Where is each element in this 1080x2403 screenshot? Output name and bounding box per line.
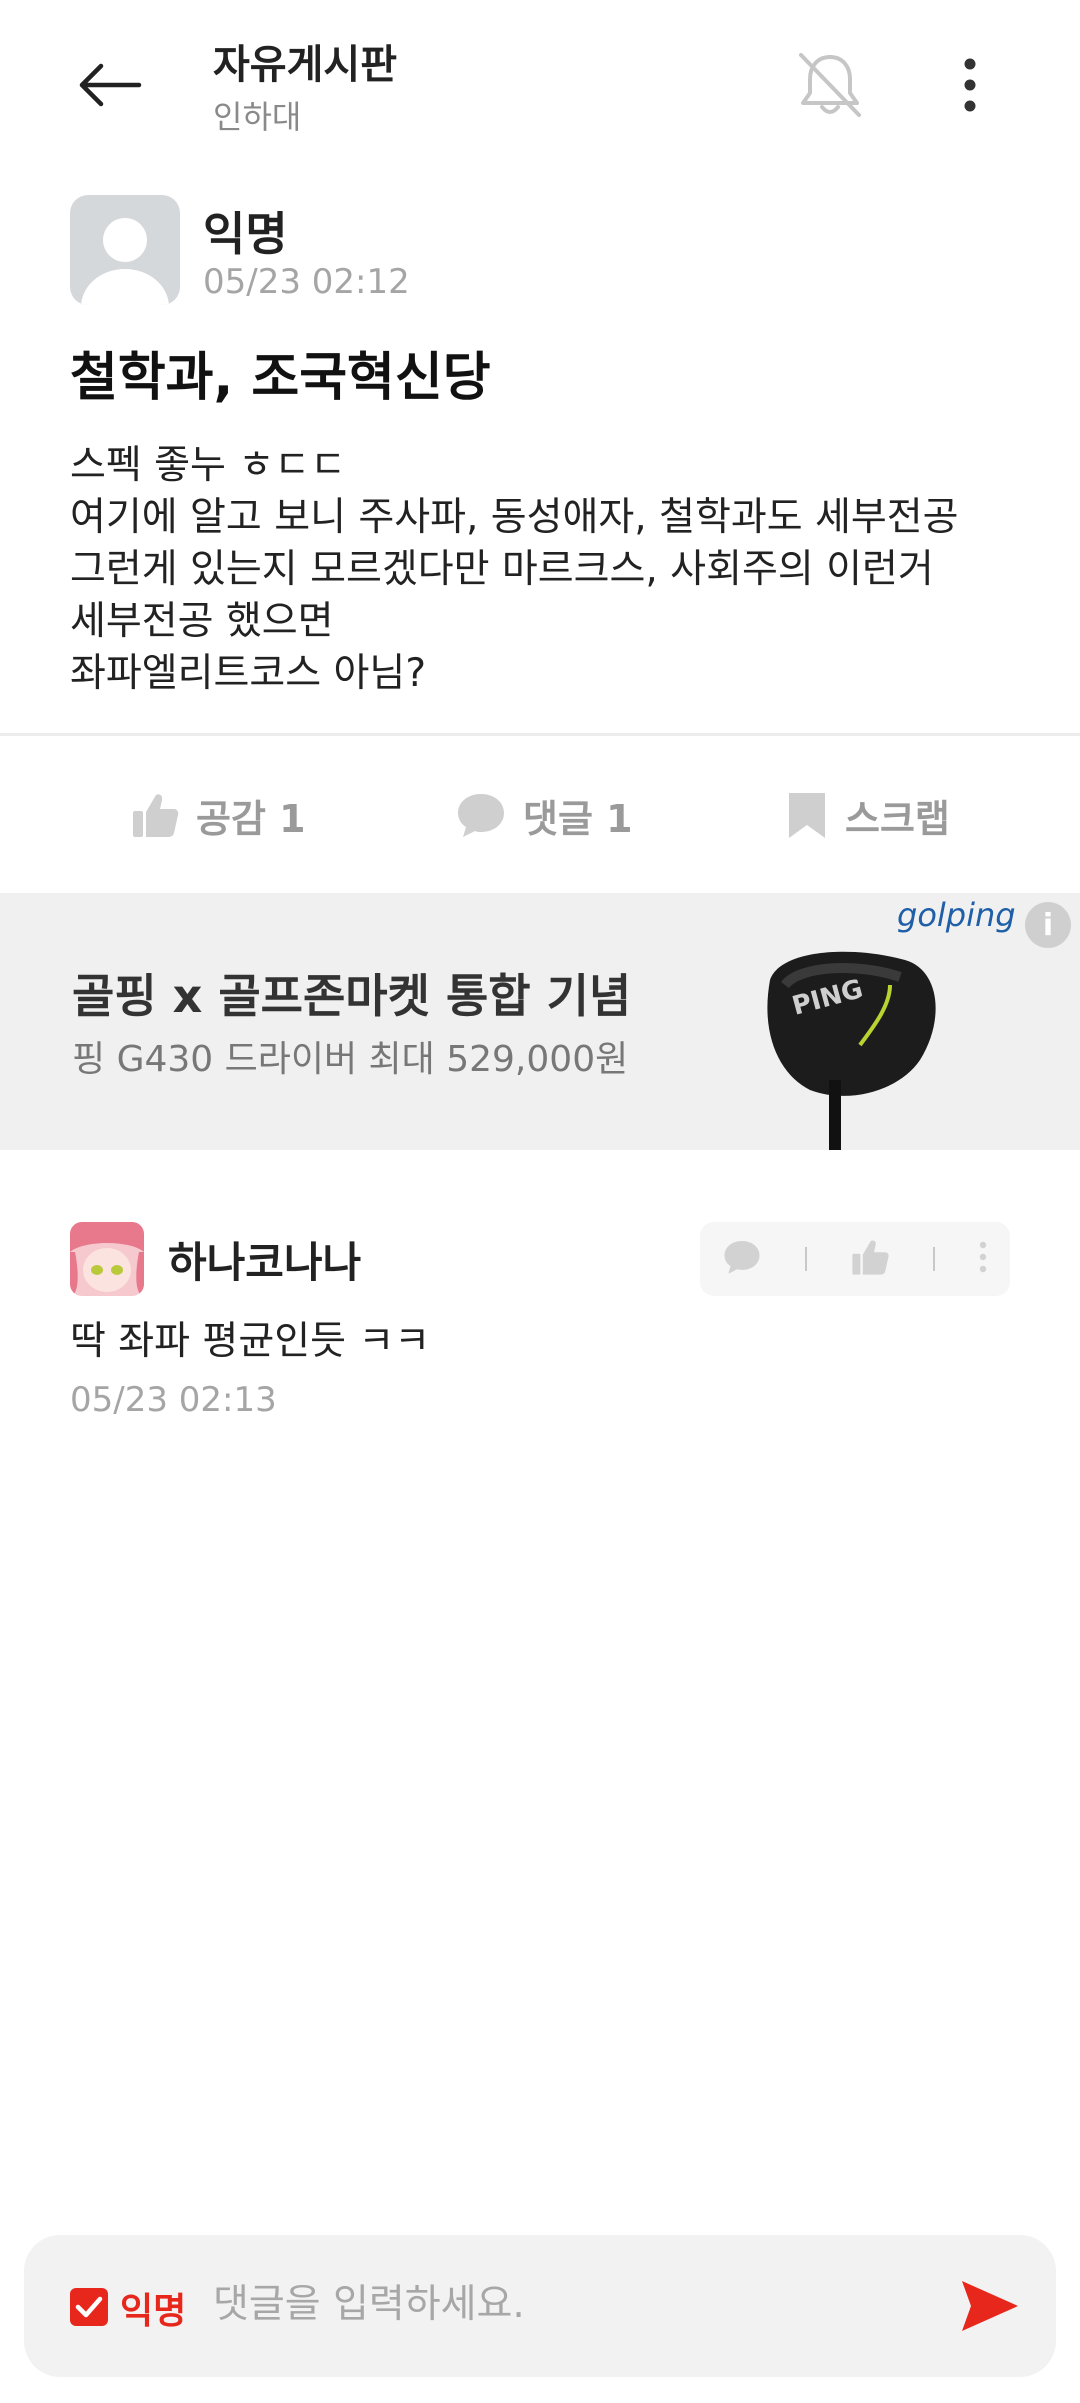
comment-button[interactable]: 댓글 1 (455, 770, 633, 860)
comment-input[interactable] (213, 2272, 913, 2336)
default-user-icon (81, 218, 169, 305)
author-avatar (70, 195, 180, 305)
commenter-avatar (70, 1222, 144, 1296)
thumbs-up-icon (133, 794, 179, 837)
post-body: 스펙 좋누 ㅎㄷㄷ 여기에 알고 보니 주사파, 동성애자, 철학과도 세부전공… (70, 440, 1030, 700)
send-icon (962, 2281, 1018, 2331)
post-body-line: 스펙 좋누 ㅎㄷㄷ (70, 443, 346, 488)
comment-count-label: 댓글 1 (523, 796, 633, 841)
back-button[interactable] (60, 40, 160, 130)
more-options-button[interactable] (930, 40, 1010, 130)
like-label: 공감 1 (196, 796, 306, 841)
checkmark-icon (75, 2296, 103, 2318)
commenter-name: 하나코나나 (168, 1238, 362, 1287)
divider (0, 733, 1080, 736)
bell-off-icon (799, 53, 861, 117)
comment-like-button[interactable] (850, 1237, 890, 1281)
comment-actions (700, 1222, 1010, 1296)
ad-info-icon[interactable]: i (1025, 902, 1071, 948)
post-title: 철학과, 조국혁신당 (70, 348, 491, 408)
anonymous-label[interactable]: 익명 (120, 2282, 186, 2334)
post-body-line: 여기에 알고 보니 주사파, 동성애자, 철학과도 세부전공 (70, 495, 959, 540)
like-button[interactable]: 공감 1 (130, 770, 306, 860)
bookmark-icon (789, 793, 825, 838)
send-button[interactable] (950, 2268, 1030, 2344)
comment-timestamp: 05/23 02:13 (70, 1380, 277, 1420)
post-timestamp: 05/23 02:12 (203, 262, 410, 302)
comment-bubble-icon (458, 794, 504, 837)
post-author-name: 익명 (203, 207, 288, 261)
post-body-line: 세부전공 했으면 (70, 599, 334, 644)
scrap-button[interactable]: 스크랩 (785, 770, 950, 860)
more-vertical-icon (980, 1241, 987, 1273)
post-body-line: 그런게 있는지 모르겠다만 마르크스, 사회주의 이런거 (70, 547, 934, 592)
scrap-label: 스크랩 (845, 796, 950, 841)
board-subtitle: 인하대 (213, 98, 302, 136)
back-arrow-icon (79, 63, 142, 107)
anime-avatar-icon (70, 1222, 144, 1296)
notification-toggle-button[interactable] (780, 40, 880, 130)
comment-text: 딱 좌파 평균인듯 ㅋㅋ (70, 1319, 431, 1364)
thumbs-up-icon (852, 1240, 889, 1275)
reply-bubble-icon (724, 1241, 760, 1274)
post-body-line: 좌파엘리트코스 아님? (70, 651, 427, 696)
separator (933, 1247, 936, 1271)
ad-subtitle[interactable]: 핑 G430 드라이버 최대 529,000원 (72, 1030, 628, 1082)
reply-button[interactable] (722, 1238, 762, 1280)
board-title: 자유게시판 (213, 42, 397, 88)
anonymous-checkbox[interactable] (70, 2288, 108, 2326)
comment-more-button[interactable] (978, 1241, 988, 1277)
separator (804, 1247, 807, 1271)
ad-title[interactable]: 골핑 x 골프존마켓 통합 기념 (72, 960, 631, 1026)
more-vertical-icon (964, 58, 976, 112)
golf-driver-image: PING (740, 925, 950, 1150)
